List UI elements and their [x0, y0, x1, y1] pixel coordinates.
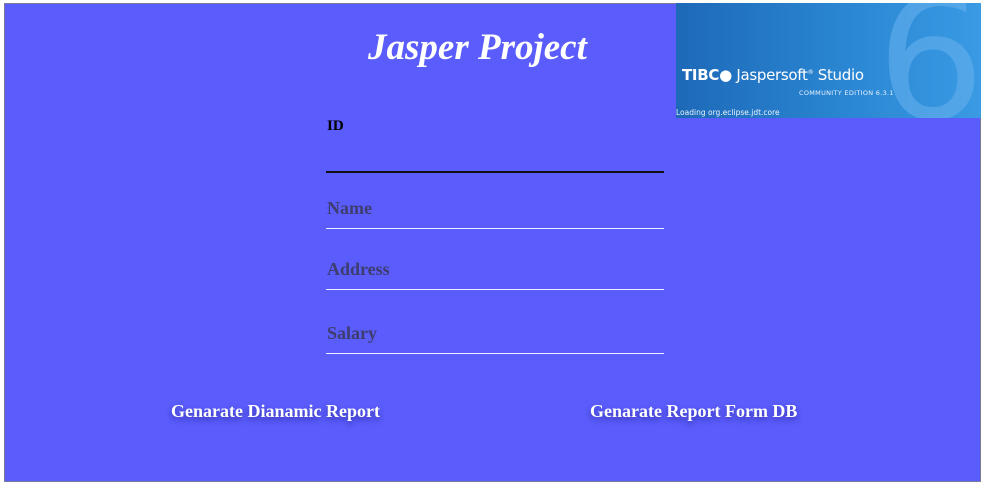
splash-edition: COMMUNITY EDITION 6.3.1: [799, 89, 894, 97]
generate-db-report-button[interactable]: Genarate Report Form DB: [590, 401, 797, 422]
jaspersoft-name: Jaspersoft: [736, 66, 808, 84]
generate-dynamic-report-button[interactable]: Genarate Dianamic Report: [171, 401, 380, 422]
address-input[interactable]: Address: [327, 259, 390, 280]
id-input[interactable]: [326, 171, 664, 173]
splash-loading-status: Loading org.eclipse.jdt.core: [676, 108, 780, 117]
salary-input[interactable]: Salary: [327, 323, 377, 344]
studio-name: Studio: [817, 66, 864, 84]
name-input[interactable]: Name: [327, 198, 372, 219]
splash-brand: TIBC● Jaspersoft® Studio: [682, 66, 864, 84]
salary-input-underline: [326, 353, 664, 354]
tibco-logo-text: TIBC: [682, 66, 720, 84]
tibco-o-icon: ●: [719, 66, 732, 84]
page-title: Jasper Project: [368, 27, 587, 68]
id-field-label: ID: [327, 118, 344, 134]
name-input-underline: [326, 228, 664, 229]
version-six-graphic: 6: [876, 3, 981, 118]
address-input-underline: [326, 289, 664, 290]
jaspersoft-splash-image: 6 TIBC● Jaspersoft® Studio COMMUNITY EDI…: [676, 3, 981, 118]
